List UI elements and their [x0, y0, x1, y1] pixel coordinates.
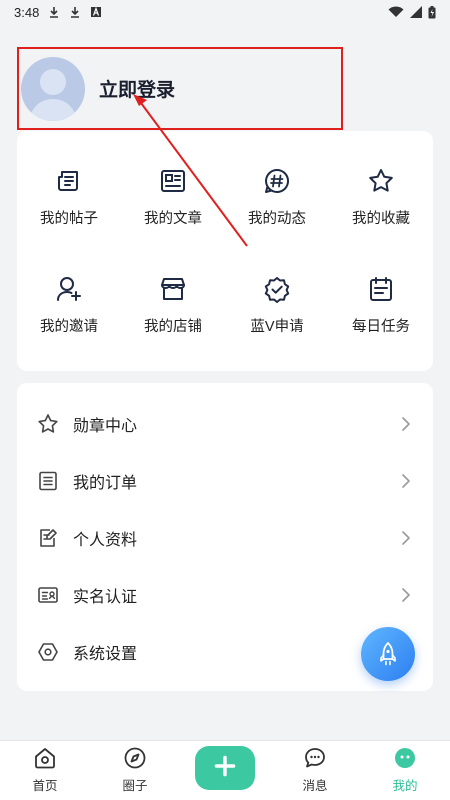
- hashtag-icon: [265, 168, 289, 193]
- menu-label: 个人资料: [73, 531, 138, 549]
- menu-label: 勋章中心: [73, 417, 138, 435]
- tab-home[interactable]: 首页: [0, 741, 90, 800]
- tab-label: 首页: [32, 779, 58, 793]
- rocket-icon: [380, 642, 396, 666]
- post-icon: [58, 170, 78, 191]
- rocket-fab-button[interactable]: [361, 627, 415, 681]
- menu-item-orders[interactable]: 我的订单: [17, 452, 433, 509]
- grid-item-store[interactable]: 我的店铺: [121, 251, 225, 359]
- calendar-task-icon: [370, 276, 392, 301]
- grid-item-articles[interactable]: 我的文章: [121, 143, 225, 251]
- status-bar: 3:48: [0, 0, 450, 24]
- grid-item-blue-v[interactable]: 蓝V申请: [225, 251, 329, 359]
- invite-user-icon: [57, 276, 81, 301]
- grid-label: 我的动态: [248, 210, 306, 227]
- feature-grid-card: 我的帖子 我的文章 我的动态 我的收藏 我的邀请 我的店铺 蓝V申请 每日任务: [17, 131, 433, 371]
- chevron-right-icon: [402, 587, 410, 602]
- default-avatar-icon: [29, 68, 77, 121]
- grid-label: 蓝V申请: [250, 318, 304, 335]
- grid-label: 我的店铺: [144, 318, 202, 335]
- avatar[interactable]: [21, 56, 85, 121]
- wifi-icon: [388, 6, 404, 17]
- tab-label: 圈子: [122, 779, 148, 793]
- menu-label: 系统设置: [73, 645, 138, 663]
- menu-label: 我的订单: [73, 474, 138, 492]
- grid-item-favorites[interactable]: 我的收藏: [329, 143, 433, 251]
- login-area[interactable]: 立即登录: [17, 47, 343, 130]
- login-button[interactable]: 立即登录: [99, 75, 175, 102]
- tab-add[interactable]: [180, 741, 270, 800]
- download-icon: [50, 7, 59, 18]
- store-icon: [161, 277, 185, 300]
- profile-face-icon: [395, 748, 415, 768]
- grid-label: 我的收藏: [352, 210, 410, 227]
- menu-item-verification[interactable]: 实名认证: [17, 566, 433, 623]
- star-icon: [369, 168, 393, 192]
- battery-icon: [428, 5, 436, 18]
- grid-label: 我的邀请: [40, 318, 98, 335]
- article-icon: [161, 169, 185, 192]
- add-button[interactable]: [195, 746, 255, 790]
- home-icon: [35, 748, 55, 769]
- id-card-icon: [38, 586, 58, 603]
- signal-icon: [410, 6, 422, 18]
- grid-item-daily-tasks[interactable]: 每日任务: [329, 251, 433, 359]
- notification-a-icon: [91, 6, 102, 17]
- grid-label: 我的帖子: [40, 210, 98, 227]
- menu-item-medals[interactable]: 勋章中心: [17, 395, 433, 452]
- settings-hex-icon: [38, 642, 58, 661]
- tab-circles[interactable]: 圈子: [90, 741, 180, 800]
- download-icon: [71, 7, 80, 18]
- star-outline-icon: [38, 413, 58, 433]
- grid-item-moments[interactable]: 我的动态: [225, 143, 329, 251]
- verified-badge-icon: [264, 276, 290, 303]
- tab-messages[interactable]: 消息: [270, 741, 360, 800]
- status-time: 3:48: [14, 4, 40, 20]
- grid-label: 每日任务: [352, 318, 410, 335]
- grid-item-invites[interactable]: 我的邀请: [17, 251, 121, 359]
- plus-icon: [214, 755, 236, 776]
- tab-label: 消息: [302, 779, 328, 793]
- tab-label: 我的: [392, 779, 418, 793]
- order-list-icon: [39, 471, 57, 490]
- tab-mine[interactable]: 我的: [360, 741, 450, 800]
- menu-item-profile[interactable]: 个人资料: [17, 509, 433, 566]
- chevron-right-icon: [402, 473, 410, 488]
- menu-label: 实名认证: [73, 588, 138, 606]
- edit-document-icon: [40, 528, 57, 547]
- grid-label: 我的文章: [144, 210, 202, 227]
- chat-bubble-icon: [305, 748, 325, 768]
- bottom-tab-bar: 首页 圈子 消息 我的: [0, 740, 450, 800]
- grid-item-posts[interactable]: 我的帖子: [17, 143, 121, 251]
- compass-icon: [124, 747, 146, 769]
- chevron-right-icon: [402, 530, 410, 545]
- chevron-right-icon: [402, 416, 410, 431]
